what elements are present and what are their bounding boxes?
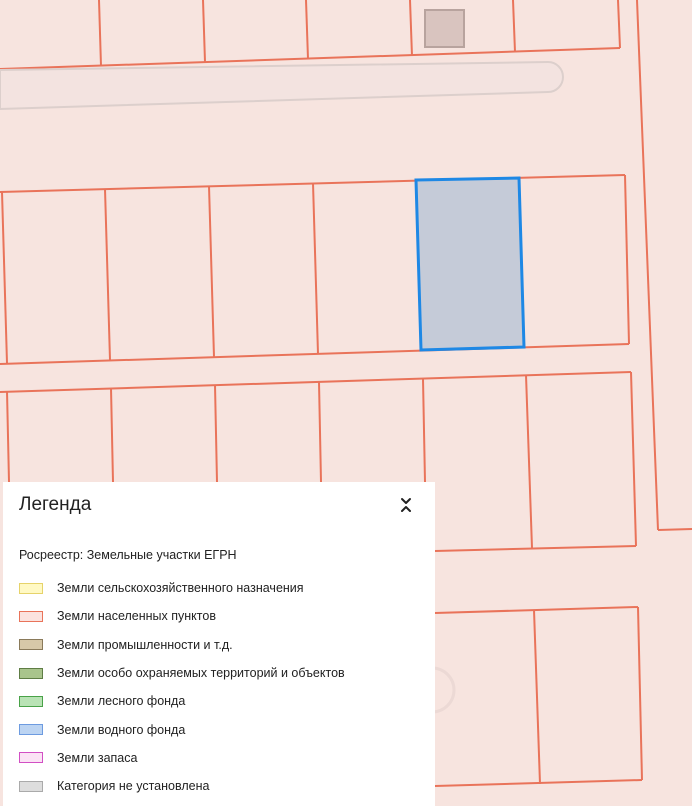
selected-parcel[interactable] — [414, 176, 526, 352]
legend-item: Земли промышленности и т.д. — [19, 631, 419, 659]
legend-item: Земли особо охраняемых территорий и объе… — [19, 659, 419, 687]
legend-item: Земли лесного фонда — [19, 687, 419, 715]
legend-swatch — [19, 667, 43, 679]
legend-swatch — [19, 582, 43, 594]
legend-swatch — [19, 752, 43, 764]
legend-item-label: Земли особо охраняемых территорий и объе… — [57, 666, 345, 681]
legend-swatch — [19, 724, 43, 736]
chevrons-collapse-icon[interactable] — [395, 494, 417, 516]
legend-item: Земли сельскохозяйственного назначения — [19, 574, 419, 602]
legend-panel: Легенда Росреестр: Земельные участки ЕГР… — [3, 482, 435, 806]
legend-swatch — [19, 780, 43, 792]
legend-item: Земли запаса — [19, 744, 419, 772]
legend-item-label: Категория не установлена — [57, 779, 210, 794]
legend-items: Земли сельскохозяйственного назначения Зе… — [19, 574, 419, 800]
building — [424, 9, 465, 48]
legend-item: Категория не установлена — [19, 772, 419, 800]
legend-swatch — [19, 695, 43, 707]
legend-swatch — [19, 610, 43, 622]
legend-item-label: Земли населенных пунктов — [57, 609, 216, 624]
legend-item-label: Земли водного фонда — [57, 722, 186, 737]
legend-header: Легенда — [19, 482, 419, 528]
legend-item: Земли населенных пунктов — [19, 602, 419, 630]
legend-item-label: Земли сельскохозяйственного назначения — [57, 581, 304, 596]
legend-item: Земли водного фонда — [19, 715, 419, 743]
legend-title: Легенда — [19, 494, 92, 515]
legend-layer-title: Росреестр: Земельные участки ЕГРН — [19, 548, 237, 562]
legend-item-label: Земли запаса — [57, 750, 138, 765]
legend-item-label: Земли промышленности и т.д. — [57, 637, 233, 652]
legend-item-label: Земли лесного фонда — [57, 694, 186, 709]
legend-swatch — [19, 639, 43, 651]
